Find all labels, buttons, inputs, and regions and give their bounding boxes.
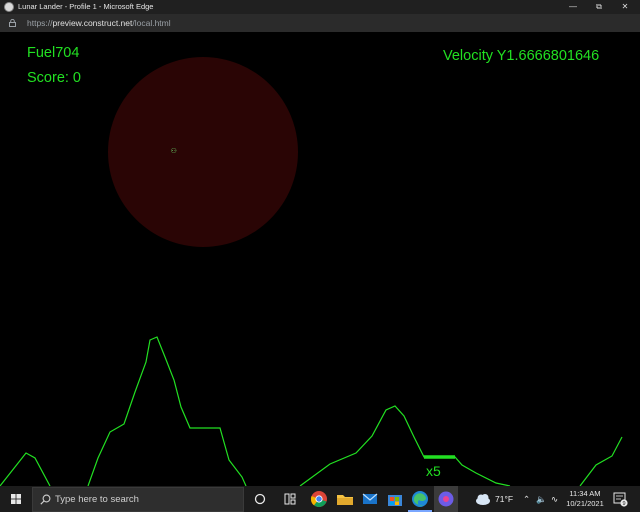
search-icon: [40, 494, 51, 505]
widgets-icon[interactable]: [280, 489, 300, 509]
search-placeholder: Type here to search: [55, 494, 139, 505]
notification-icon[interactable]: 9: [612, 491, 628, 507]
task-view-icon[interactable]: [250, 489, 270, 509]
landing-pad-multiplier: x5: [426, 463, 441, 479]
file-explorer-icon[interactable]: [335, 489, 355, 509]
mail-icon[interactable]: [360, 489, 380, 509]
weather-temperature[interactable]: 71°F: [495, 486, 513, 512]
chevron-up-icon[interactable]: ⌃: [523, 486, 530, 512]
terrain-right-mountain: [299, 405, 511, 486]
url-text[interactable]: https://preview.construct.net/local.html: [27, 14, 171, 32]
address-bar[interactable]: https://preview.construct.net/local.html: [0, 14, 640, 32]
app-gear-icon: [4, 2, 14, 12]
url-path: /local.html: [132, 18, 171, 28]
windows-start-icon[interactable]: [0, 486, 32, 512]
minimize-icon[interactable]: —: [560, 0, 586, 14]
taskbar-search-box[interactable]: Type here to search: [32, 487, 244, 512]
weather-cloud-icon[interactable]: [474, 491, 492, 507]
app-icon[interactable]: [434, 486, 458, 512]
wifi-icon[interactable]: ∿: [551, 486, 558, 512]
url-host: preview.construct.net: [52, 18, 133, 28]
taskbar: Type here to search 71°F ⌃ 🔈 ∿ 11:34 AM …: [0, 486, 640, 512]
terrain-left-mountain: [0, 452, 51, 486]
restore-icon[interactable]: ⧉: [586, 0, 612, 14]
terrain-far-right: [579, 436, 623, 486]
window-title: Lunar Lander - Profile 1 - Microsoft Edg…: [18, 2, 154, 11]
notification-count: 9: [622, 501, 625, 507]
clock-date: 10/21/2021: [566, 499, 604, 508]
store-icon[interactable]: [385, 489, 405, 509]
clock-time: 11:34 AM: [569, 489, 601, 498]
terrain-main-mountain: [87, 336, 247, 486]
chrome-icon[interactable]: [309, 489, 329, 509]
close-icon[interactable]: ✕: [612, 0, 638, 14]
browser-title-bar: Lunar Lander - Profile 1 - Microsoft Edg…: [0, 0, 640, 14]
speaker-icon[interactable]: 🔈: [536, 486, 547, 512]
game-canvas[interactable]: Fuel704 Score: 0 Velocity Y1.6666801646 …: [0, 32, 640, 486]
lock-icon: [9, 19, 16, 27]
url-scheme: https://: [27, 18, 53, 28]
edge-icon[interactable]: [410, 489, 430, 509]
system-clock[interactable]: 11:34 AM 10/21/2021: [560, 489, 610, 509]
terrain: [0, 336, 623, 486]
